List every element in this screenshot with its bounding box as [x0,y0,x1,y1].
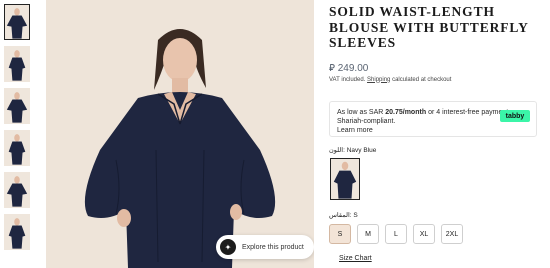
thumbnail-image [5,89,29,123]
color-label: اللون: Navy Blue [329,146,376,154]
gallery-thumbnail[interactable] [4,172,30,208]
thumbnail-image [5,215,29,249]
thumbnail-image [5,173,29,207]
sparkle-icon: ✦ [220,239,236,255]
gallery-thumbnail[interactable] [4,4,30,40]
explore-label: Explore this product [242,243,304,251]
tabby-prefix: As low as SAR [337,109,384,116]
size-selector: S M L XL 2XL [329,224,463,244]
product-main-image[interactable]: ✦ Explore this product [46,0,314,268]
size-label-ar: المقاس: [329,212,352,219]
gallery-thumbnail[interactable] [4,88,30,124]
size-label: المقاس: S [329,211,358,219]
product-price: ⃁ 249.00 [329,61,544,74]
size-option-m[interactable]: M [357,224,379,244]
tabby-learn-more[interactable]: Learn more [337,127,373,134]
size-option-s[interactable]: S [329,224,351,244]
size-option-2xl[interactable]: 2XL [441,224,463,244]
currency-symbol: ⃁ [329,62,335,74]
product-info: SOLID WAIST-LENGTH BLOUSE WITH BUTTERFLY… [329,4,544,83]
swatch-image [331,159,359,199]
tabby-logo: tabby [500,110,530,122]
shipping-link[interactable]: Shipping [367,77,390,83]
explore-product-button[interactable]: ✦ Explore this product [216,235,314,259]
thumbnail-image [5,47,29,81]
thumbnail-image [5,131,29,165]
vat-text: VAT included. [329,76,366,83]
tabby-promo[interactable]: As low as SAR 20.75/month or 4 interest-… [329,101,537,137]
vat-note: VAT included. Shipping calculated at che… [329,77,544,83]
size-chart-link[interactable]: Size Chart [339,255,372,262]
gallery-thumbnail[interactable] [4,130,30,166]
model-photo [46,0,314,268]
tabby-amount: 20.75/month [385,109,427,116]
thumbnail-image [5,5,29,39]
gallery-thumbnail[interactable] [4,214,30,250]
color-value: Navy Blue [346,147,377,154]
thumbnail-rail [4,4,32,256]
gallery-thumbnail[interactable] [4,46,30,82]
product-title: SOLID WAIST-LENGTH BLOUSE WITH BUTTERFLY… [329,4,529,50]
shipping-suffix: calculated at checkout [392,76,452,83]
color-swatch-navy[interactable] [330,158,360,200]
price-value: 249.00 [337,62,369,74]
size-value: S [353,212,358,219]
size-option-l[interactable]: L [385,224,407,244]
color-label-ar: اللون: [329,147,345,154]
size-option-xl[interactable]: XL [413,224,435,244]
